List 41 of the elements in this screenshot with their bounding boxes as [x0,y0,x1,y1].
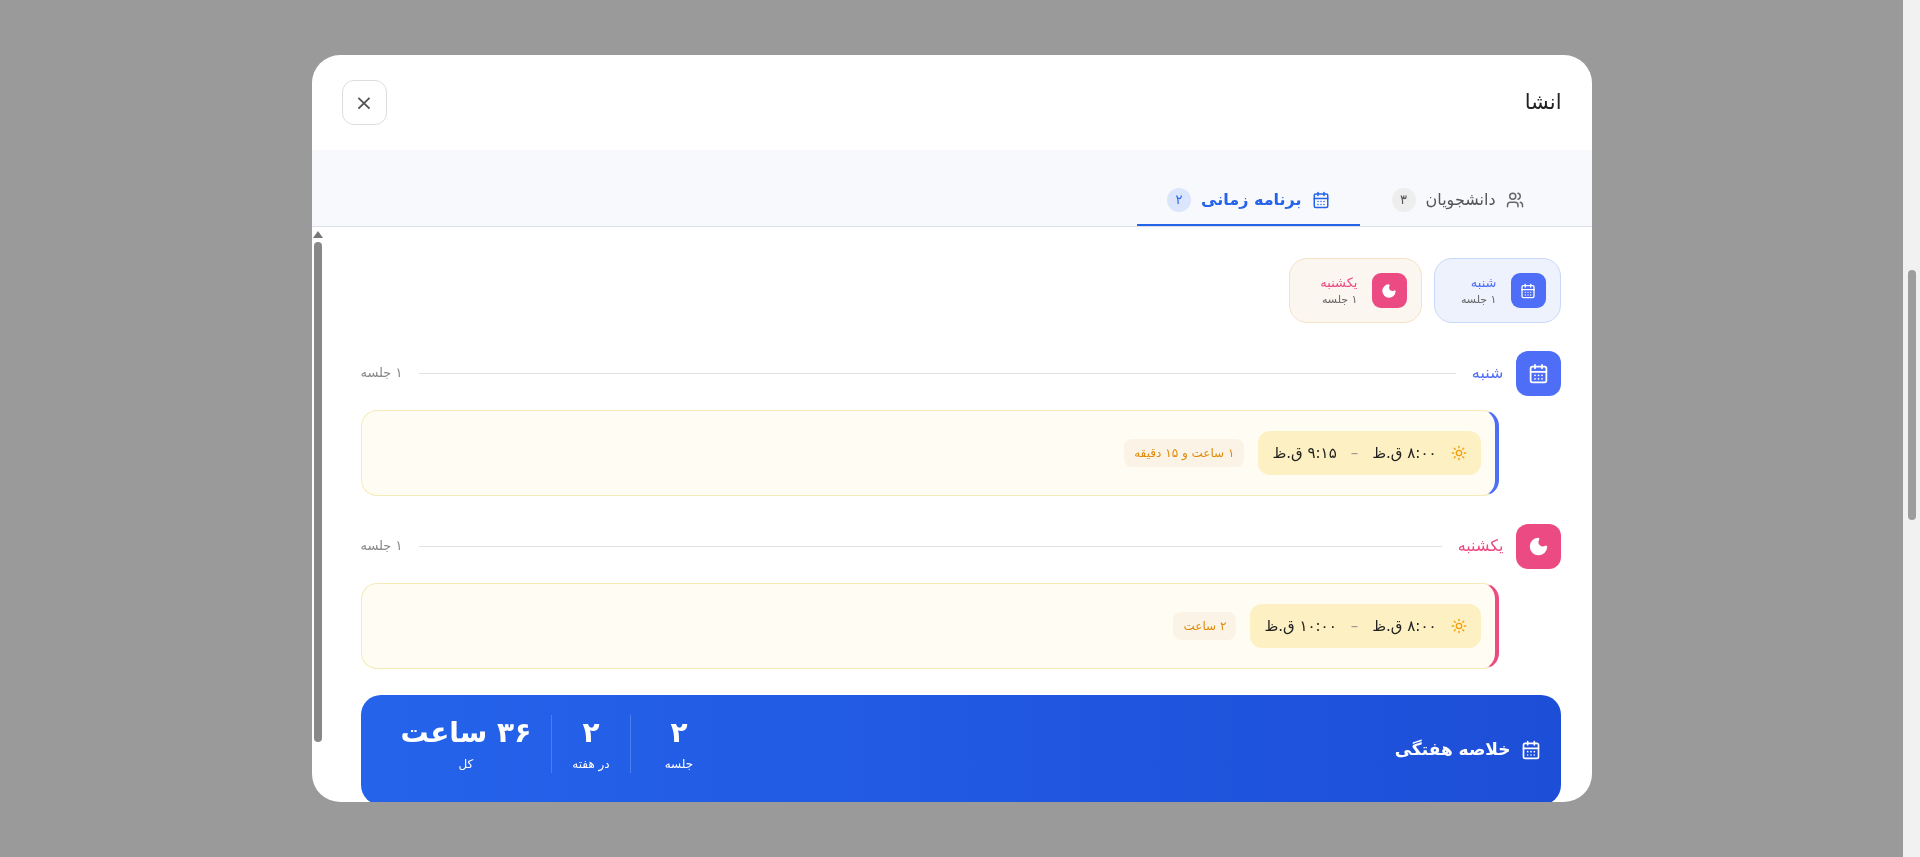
sun-icon [1450,618,1467,634]
stat-label: جلسه [664,756,694,773]
day-chip[interactable]: شنبه ۱ جلسه [1433,258,1561,323]
end-time: ۹:۱۵ ق.ظ [1272,442,1337,464]
duration-badge: ۱ ساعت و ۱۵ دقیقه [1124,439,1245,467]
day-name: شنبه [1469,273,1497,292]
count-badge: ۲ [1167,188,1192,212]
session-count: ۱ جلسه [1320,292,1358,308]
calendar-icon [1520,739,1541,760]
stat-value: ۲ [670,715,688,751]
session-count: ۱ جلسه [1460,292,1497,308]
time-separator: – [1350,615,1359,637]
session-count: ۱ جلسه [360,364,403,383]
day-heading: شنبه [1471,362,1504,384]
page-scrollbar[interactable] [1903,0,1920,857]
stat-value: ۳۶ ساعت [400,715,532,751]
users-icon [1505,191,1524,209]
start-time: ۸:۰۰ ق.ظ [1372,615,1437,637]
calendar-icon [1527,362,1549,384]
day-heading: یکشنبه [1457,535,1504,557]
tab[interactable]: برنامه زمانی ۲ [1137,176,1360,226]
stat-value: ۲ [582,715,600,751]
calendar-icon [1311,191,1330,209]
end-time: ۱۰:۰۰ ق.ظ [1264,615,1337,637]
close-button[interactable]: × [341,80,387,125]
day-chip[interactable]: یکشنبه ۱ جلسه [1288,258,1422,323]
count-badge: ۳ [1391,188,1416,212]
session-count: ۱ جلسه [360,537,403,556]
day-name: یکشنبه [1320,273,1358,292]
summary-title: خلاصه هفتگی [1394,738,1511,761]
time-separator: – [1350,442,1359,464]
tab[interactable]: دانشجویان ۳ [1369,176,1546,226]
calendar-icon [1520,282,1536,299]
stat-label: در هفته [572,756,610,773]
moon-icon [1527,535,1549,557]
moon-icon [1381,282,1397,299]
start-time: ۸:۰۰ ق.ظ [1372,442,1437,464]
duration-badge: ۲ ساعت [1173,612,1237,640]
dialog-title: انشا [1524,88,1562,116]
stat-label: کل [458,756,474,773]
sun-icon [1450,445,1467,461]
